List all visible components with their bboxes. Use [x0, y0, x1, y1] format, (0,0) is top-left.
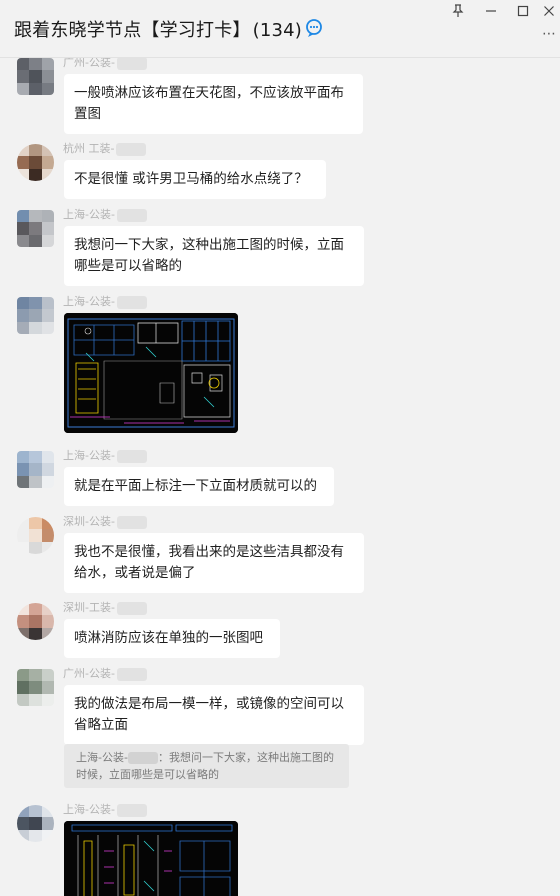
sender-name: 上海-公装- [63, 206, 147, 222]
message-bubble[interactable]: 我想问一下大家，这种出施工图的时候，立面哪些是可以省略的 [64, 226, 364, 286]
avatar[interactable] [17, 58, 54, 95]
avatar[interactable] [17, 805, 54, 842]
sender-name: 广州-公装- [63, 58, 147, 70]
sender-name: 上海-公装- [63, 801, 147, 817]
sender-name: 深圳-工装- [63, 599, 147, 615]
sender-name: 杭州 工装- [63, 140, 147, 156]
member-count: (134) [252, 20, 303, 41]
quote-sender: 上海-公装- [76, 751, 128, 764]
avatar[interactable] [17, 210, 54, 247]
avatar[interactable] [17, 517, 54, 554]
cad-drawing-image[interactable] [64, 313, 238, 433]
avatar[interactable] [17, 603, 54, 640]
chat-title[interactable]: 跟着东晓学节点【学习打卡】 (134) [14, 16, 302, 42]
quoted-message[interactable]: 上海-公装- ：我想问一下大家，这种出施工图的时候，立面哪些是可以省略的 [64, 744, 349, 788]
cad-drawing-image[interactable] [64, 821, 238, 896]
chat-header: 跟着东晓学节点【学习打卡】 (134) ⋯ [0, 0, 560, 58]
avatar[interactable] [17, 451, 54, 488]
message-bubble[interactable]: 不是很懂 或许男卫马桶的给水点绕了？ [64, 160, 326, 199]
avatar[interactable] [17, 144, 54, 181]
message-bubble[interactable]: 我也不是很懂，我看出来的是这些洁具都没有给水，或者说是偏了 [64, 533, 364, 593]
sender-name: 深圳-公装- [63, 513, 147, 529]
message-bubble[interactable]: 我的做法是布局一模一样，或镜像的空间可以省略立面 [64, 685, 364, 745]
sender-name: 上海-公装- [63, 293, 147, 309]
group-name: 跟着东晓学节点【学习打卡】 [14, 20, 251, 41]
avatar[interactable] [17, 297, 54, 334]
chat-bubble-icon[interactable] [304, 18, 326, 38]
sender-name: 上海-公装- [63, 447, 147, 463]
message-bubble[interactable]: 一般喷淋应该布置在天花图，不应该放平面布置图 [64, 74, 363, 134]
message-bubble[interactable]: 喷淋消防应该在单独的一张图吧 [64, 619, 280, 658]
message-bubble[interactable]: 就是在平面上标注一下立面材质就可以的 [64, 467, 334, 506]
sender-name: 广州-公装- [63, 665, 147, 681]
avatar[interactable] [17, 669, 54, 706]
close-icon[interactable] [538, 2, 560, 20]
pin-icon[interactable] [447, 2, 469, 20]
maximize-icon[interactable] [512, 2, 534, 20]
message-list[interactable]: 广州-公装- 一般喷淋应该布置在天花图，不应该放平面布置图 杭州 工装- 不是很… [0, 58, 560, 896]
more-icon[interactable]: ⋯ [542, 27, 556, 41]
minimize-icon[interactable] [480, 2, 502, 20]
